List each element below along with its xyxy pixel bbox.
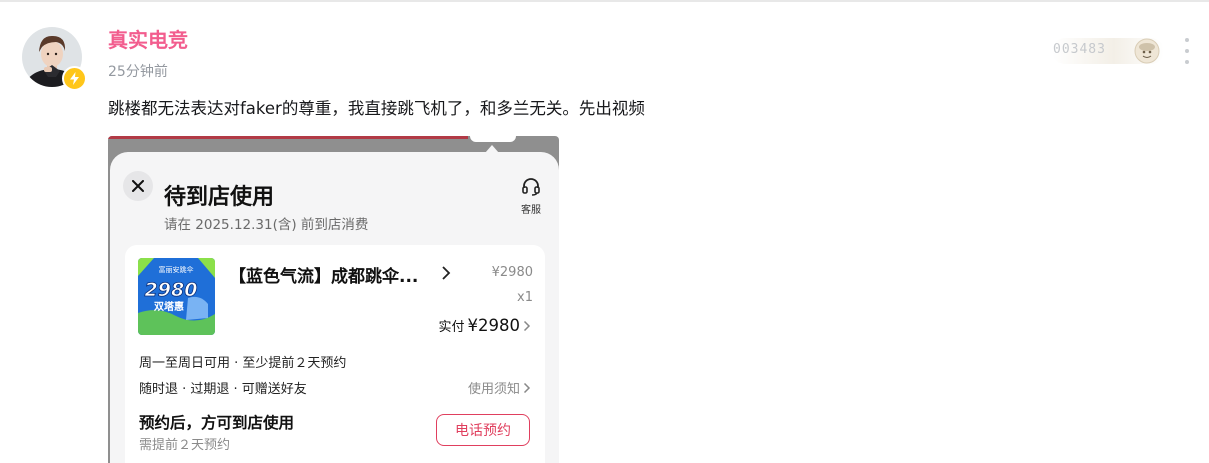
avatar[interactable] (22, 27, 87, 91)
verified-badge (62, 66, 87, 91)
thumb-top-text: 富丽安跳伞 (159, 265, 194, 274)
product-thumbnail[interactable]: 富丽安跳伞 2980 双塔惠 (138, 258, 215, 335)
customer-service-button[interactable]: 客服 (516, 176, 546, 216)
fan-medal-number: 003483 (1053, 42, 1106, 57)
usage-rule-refund: 随时退 · 过期退 · 可赠送好友 (139, 382, 307, 397)
headset-icon (522, 178, 540, 196)
product-image: 富丽安跳伞 2980 双塔惠 (138, 258, 215, 335)
post-image[interactable]: 待到店使用 请在 2025.12.31(含) 前到店消费 客服 富丽安跳伞 29… (108, 136, 559, 463)
order-sheet: 待到店使用 请在 2025.12.31(含) 前到店消费 客服 富丽安跳伞 29… (110, 152, 559, 463)
product-title[interactable]: 【蓝色气流】成都跳伞... (229, 262, 418, 287)
post-item: 真实电竞 25分钟前 跳楼都无法表达对faker的尊重，我直接跳飞机了，和多兰无… (0, 0, 1209, 463)
sheet-subtitle: 请在 2025.12.31(含) 前到店消费 (164, 217, 369, 233)
paid-amount: ¥2980 (467, 316, 521, 335)
more-options-button[interactable] (1177, 38, 1197, 64)
product-price: ¥2980 (491, 265, 533, 280)
image-top-bar (108, 136, 468, 139)
usage-rule-days: 周一至周日可用 · 至少提前２天预约 (139, 356, 347, 371)
paid-label: 实付 (438, 320, 465, 335)
booking-subtitle: 需提前２天预约 (139, 438, 231, 453)
order-card: 富丽安跳伞 2980 双塔惠 【蓝色气流】成都跳伞... ¥2980 x1 实付… (125, 245, 545, 463)
usage-notice-link[interactable]: 使用须知 (468, 378, 531, 397)
chevron-right-icon[interactable] (441, 265, 451, 281)
service-label: 客服 (521, 205, 541, 216)
thumb-label-text: 双塔惠 (154, 300, 184, 313)
more-vertical-icon (1185, 38, 1189, 42)
image-top-tab (470, 136, 516, 142)
close-icon (132, 180, 144, 192)
paid-amount-row[interactable]: 实付 ¥2980 (438, 316, 531, 335)
close-button[interactable] (123, 171, 153, 201)
product-quantity: x1 (517, 290, 533, 305)
lightning-icon (70, 72, 79, 85)
username[interactable]: 真实电竞 (108, 24, 188, 53)
usage-notice-label: 使用须知 (467, 382, 520, 397)
thumb-price-text: 2980 (145, 279, 198, 301)
phone-booking-button[interactable]: 电话预约 (436, 414, 530, 446)
chevron-right-icon (523, 320, 531, 331)
post-text: 跳楼都无法表达对faker的尊重，我直接跳飞机了，和多兰无关。先出视频 (108, 99, 645, 118)
post-timestamp: 25分钟前 (108, 64, 168, 80)
booking-title: 预约后，方可到店使用 (139, 414, 295, 432)
chevron-right-icon (523, 382, 531, 393)
sheet-title: 待到店使用 (164, 185, 275, 210)
